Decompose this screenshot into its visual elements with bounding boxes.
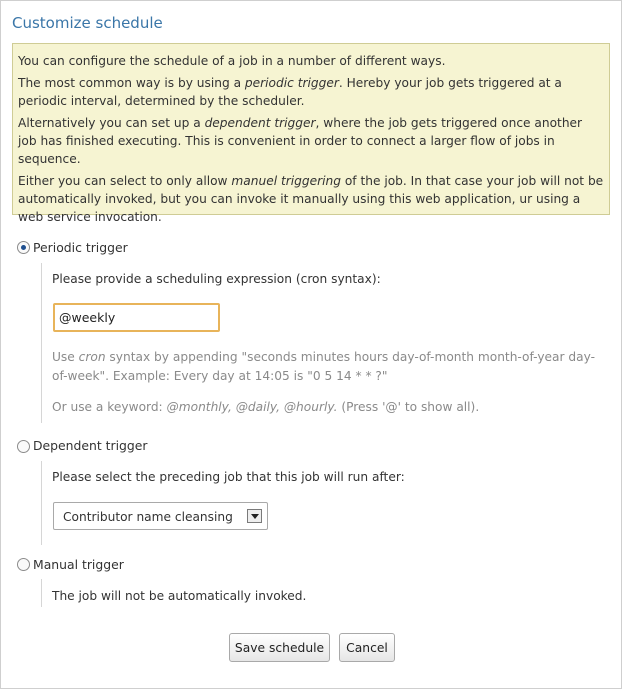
cron-help-text: Use cron syntax by appending "seconds mi… bbox=[52, 350, 595, 383]
save-schedule-button[interactable]: Save schedule bbox=[229, 633, 330, 662]
cron-expression-input[interactable] bbox=[53, 303, 220, 332]
info-paragraph: Either you can select to only allow manu… bbox=[18, 174, 604, 224]
preceding-job-select[interactable]: Contributor name cleansing bbox=[53, 502, 268, 530]
section-divider bbox=[41, 461, 42, 545]
info-paragraph: You can configure the schedule of a job … bbox=[18, 54, 446, 68]
section-divider bbox=[41, 579, 42, 607]
cron-prompt: Please provide a scheduling expression (… bbox=[52, 272, 381, 286]
preceding-job-value: Contributor name cleansing bbox=[63, 510, 233, 524]
manual-trigger-label[interactable]: Manual trigger bbox=[33, 557, 124, 572]
periodic-trigger-label[interactable]: Periodic trigger bbox=[33, 240, 128, 255]
page-title: Customize schedule bbox=[12, 14, 163, 32]
info-box: You can configure the schedule of a job … bbox=[12, 43, 610, 224]
preceding-job-prompt: Please select the preceding job that thi… bbox=[52, 470, 405, 484]
chevron-down-icon[interactable] bbox=[247, 509, 262, 523]
info-paragraph: Alternatively you can set up a dependent… bbox=[18, 116, 583, 166]
dialog-panel: Customize schedule You can configure the… bbox=[0, 0, 622, 689]
info-paragraph: The most common way is by using a period… bbox=[18, 76, 562, 108]
cancel-button[interactable]: Cancel bbox=[339, 633, 395, 662]
keyword-help-text: Or use a keyword: @monthly, @daily, @hou… bbox=[52, 400, 480, 414]
periodic-trigger-radio[interactable] bbox=[17, 241, 30, 254]
section-divider bbox=[41, 263, 42, 423]
dependent-trigger-radio[interactable] bbox=[17, 440, 30, 453]
manual-trigger-radio[interactable] bbox=[17, 558, 30, 571]
dependent-trigger-label[interactable]: Dependent trigger bbox=[33, 438, 148, 453]
manual-trigger-note: The job will not be automatically invoke… bbox=[52, 589, 307, 603]
